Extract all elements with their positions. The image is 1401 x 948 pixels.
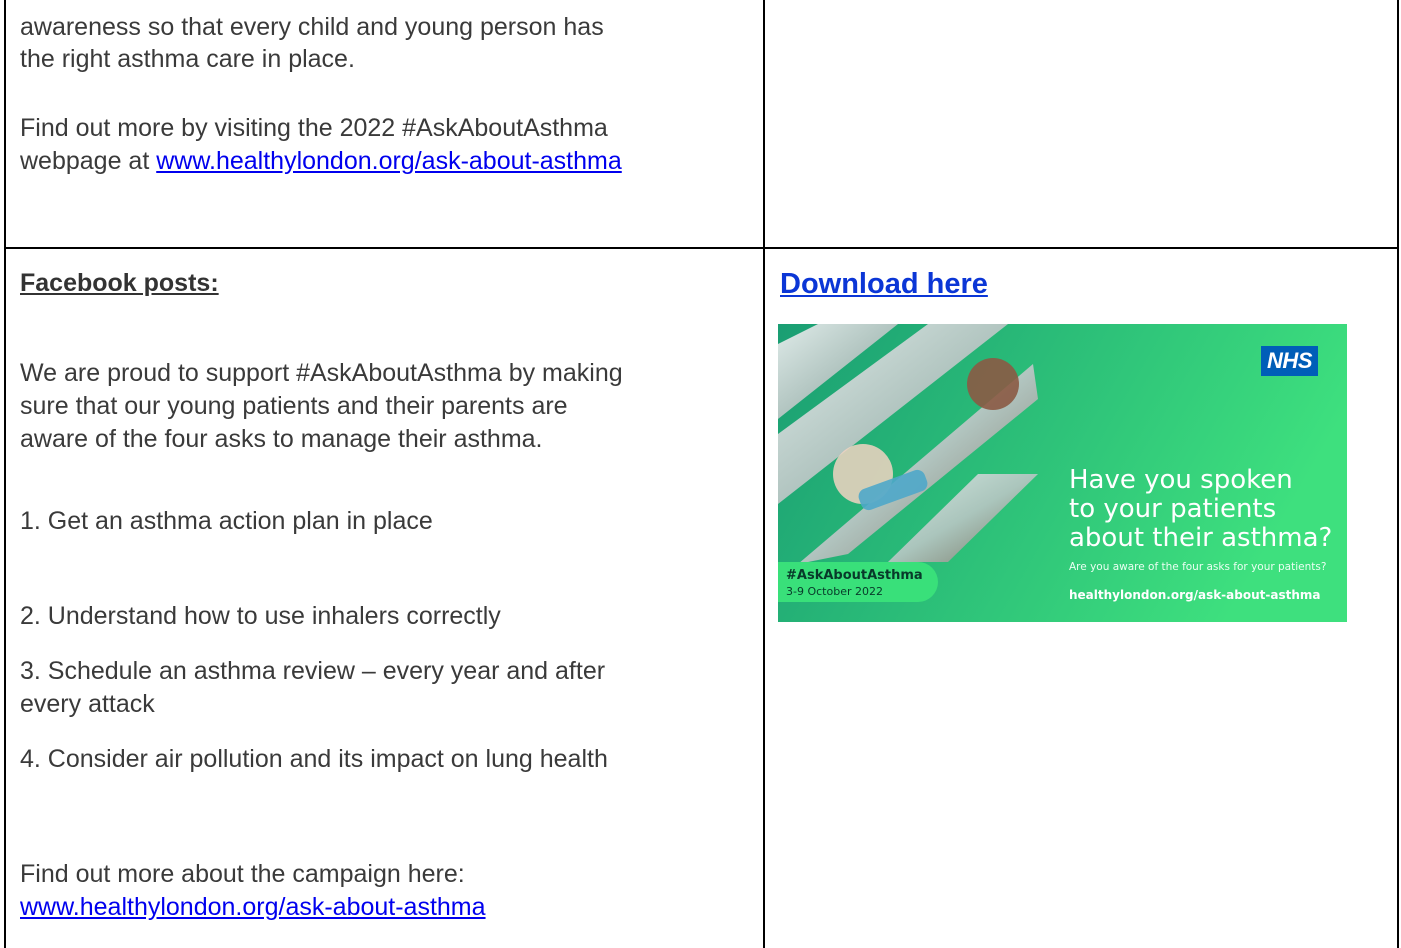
ask-item-continued: every attack (20, 690, 155, 718)
promo-url: healthylondon.org/ask-about-asthma (1069, 588, 1321, 602)
ask-item: 1. Get an asthma action plan in place (20, 507, 433, 535)
find-out-line: Find out more by visiting the 2022 #AskA… (20, 114, 608, 142)
intro-line: We are proud to support #AskAboutAsthma … (20, 359, 623, 387)
headline-line: Have you spoken (1069, 465, 1293, 495)
ask-item: 2. Understand how to use inhalers correc… (20, 602, 501, 630)
promo-subtext: Are you aware of the four asks for your … (1069, 561, 1327, 573)
find-out-line-with-link: webpage at www.healthylondon.org/ask-abo… (20, 145, 622, 178)
campaign-find-out-text: Find out more about the campaign here: (20, 860, 465, 888)
campaign-link[interactable]: www.healthylondon.org/ask-about-asthma (20, 891, 486, 924)
table-border-middle (763, 0, 765, 948)
asthma-promo-image: NHS Have you spoken to your patients abo… (778, 324, 1347, 622)
facebook-posts-heading: Facebook posts: (20, 269, 219, 297)
table-row-divider (4, 247, 1399, 249)
intro-line: sure that our young patients and their p… (20, 392, 568, 420)
find-out-prefix: webpage at (20, 147, 157, 175)
ask-item: 3. Schedule an asthma review – every yea… (20, 657, 606, 685)
campaign-dates: 3-9 October 2022 (786, 585, 883, 598)
table-border-left (4, 0, 6, 948)
ask-item: 4. Consider air pollution and its impact… (20, 745, 608, 773)
asthma-webpage-link[interactable]: www.healthylondon.org/ask-about-asthma (156, 147, 622, 175)
promo-headline: Have you spoken to your patients about t… (1069, 466, 1332, 553)
download-here-link[interactable]: Download here (780, 268, 988, 301)
campaign-hashtag: #AskAboutAsthma (786, 568, 923, 583)
paragraph-line: the right asthma care in place. (20, 45, 355, 73)
paragraph-line: awareness so that every child and young … (20, 13, 604, 41)
headline-line: about their asthma? (1069, 523, 1333, 553)
nhs-logo: NHS (1261, 346, 1318, 376)
table-border-right (1397, 0, 1399, 948)
headline-line: to your patients (1069, 494, 1277, 524)
intro-line: aware of the four asks to manage their a… (20, 425, 543, 453)
